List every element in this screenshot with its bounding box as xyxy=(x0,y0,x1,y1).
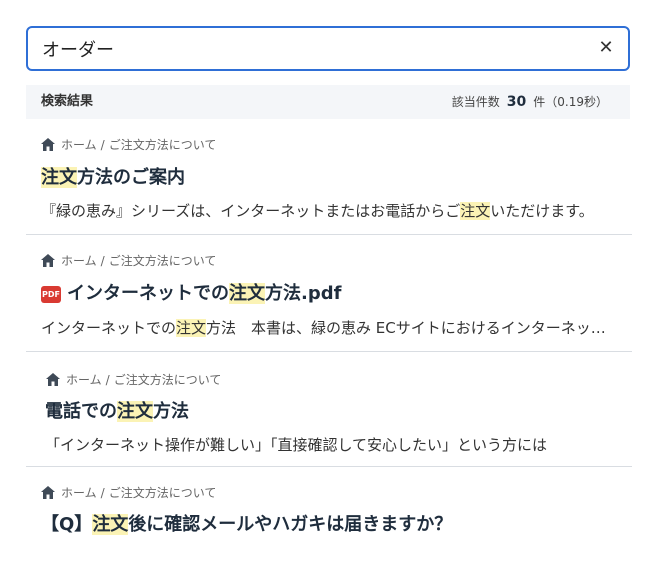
title-text: 電話での xyxy=(45,401,117,422)
breadcrumb-section[interactable]: ご注文方法について xyxy=(109,138,217,152)
snippet-text: 「インターネット操作が難しい」「直接確認して安心したい」という方には xyxy=(45,436,548,454)
home-icon xyxy=(46,373,60,386)
title-text: 方法.pdf xyxy=(265,283,342,304)
title-text: インターネットでの xyxy=(67,283,229,304)
title-text: 後に確認メールやハガキは届きますか？ xyxy=(128,514,453,535)
home-icon xyxy=(41,138,55,151)
close-icon[interactable]: ✕ xyxy=(596,38,616,58)
title-text: 【Q】 xyxy=(41,514,93,535)
highlight: 注文 xyxy=(92,514,129,535)
title-text: 方法 xyxy=(153,401,189,422)
highlight: 注文 xyxy=(117,401,153,422)
breadcrumb-separator: / xyxy=(100,138,105,152)
result-title[interactable]: 注文方法のご案内 xyxy=(41,166,185,190)
snippet-text: インターネットでの xyxy=(41,319,177,337)
home-icon xyxy=(41,254,55,267)
snippet-text: いただけます。 xyxy=(490,202,594,220)
snippet-text: 方法 本書は、緑の恵み ECサイトにおけるインターネット注文の xyxy=(206,319,619,337)
result-title[interactable]: 電話での注文方法 xyxy=(45,400,189,424)
result-title[interactable]: 【Q】注文後に確認メールやハガキは届きますか？ xyxy=(41,513,452,537)
count-suffix: 件（0.19秒） xyxy=(533,95,608,109)
breadcrumb-home[interactable]: ホーム xyxy=(66,373,102,387)
breadcrumb: ホーム / ご注文方法について xyxy=(41,137,216,153)
result-item[interactable]: ホーム / ご注文方法について 注文方法のご案内 『緑の恵み』シリーズは、インターネ… xyxy=(26,122,632,235)
highlight: 注文 xyxy=(229,283,265,304)
result-snippet: 「インターネット操作が難しい」「直接確認して安心したい」という方には xyxy=(45,434,623,456)
count-prefix: 該当件数 xyxy=(451,95,500,109)
title-text: 方法のご案内 xyxy=(77,167,185,188)
breadcrumb: ホーム / ご注文方法について xyxy=(46,372,221,388)
breadcrumb-section[interactable]: ご注文方法について xyxy=(109,254,217,268)
breadcrumb-home[interactable]: ホーム xyxy=(61,138,97,152)
highlight: 注文 xyxy=(460,202,491,220)
search-summary: 検索結果 該当件数 30 件（0.19秒） xyxy=(26,85,630,119)
result-count: 該当件数 30 件（0.19秒） xyxy=(452,85,608,119)
result-item[interactable]: ホーム / ご注文方法について 【Q】注文後に確認メールやハガキは届きますか？ xyxy=(26,467,632,572)
breadcrumb-section[interactable]: ご注文方法について xyxy=(109,486,217,500)
result-title[interactable]: PDF インターネットでの注文方法.pdf xyxy=(41,282,341,306)
breadcrumb-home[interactable]: ホーム xyxy=(61,486,97,500)
search-input[interactable] xyxy=(42,28,582,69)
highlight: 注文 xyxy=(176,319,207,337)
breadcrumb-home[interactable]: ホーム xyxy=(61,254,97,268)
breadcrumb-section[interactable]: ご注文方法について xyxy=(114,373,222,387)
result-snippet: インターネットでの注文方法 本書は、緑の恵み ECサイトにおけるインターネット注… xyxy=(41,317,619,339)
highlight: 注文 xyxy=(41,167,77,188)
breadcrumb-separator: / xyxy=(100,486,105,500)
count-number: 30 xyxy=(506,94,527,110)
breadcrumb-separator: / xyxy=(105,373,110,387)
search-box[interactable]: ✕ xyxy=(26,26,630,71)
home-icon xyxy=(41,486,55,499)
snippet-text: 『緑の恵み』シリーズは、インターネットまたはお電話からご xyxy=(41,202,461,220)
breadcrumb: ホーム / ご注文方法について xyxy=(41,485,216,501)
breadcrumb: ホーム / ご注文方法について xyxy=(41,253,216,269)
result-item[interactable]: ホーム / ご注文方法について 電話での注文方法 「インターネット操作が難しい」「直… xyxy=(26,352,632,467)
result-snippet: 『緑の恵み』シリーズは、インターネットまたはお電話からご注文いただけます。 xyxy=(41,200,619,222)
summary-label: 検索結果 xyxy=(41,94,94,109)
result-item[interactable]: ホーム / ご注文方法について PDF インターネットでの注文方法.pdf インターネ… xyxy=(26,235,632,352)
pdf-icon: PDF xyxy=(41,286,61,303)
breadcrumb-separator: / xyxy=(100,254,105,268)
